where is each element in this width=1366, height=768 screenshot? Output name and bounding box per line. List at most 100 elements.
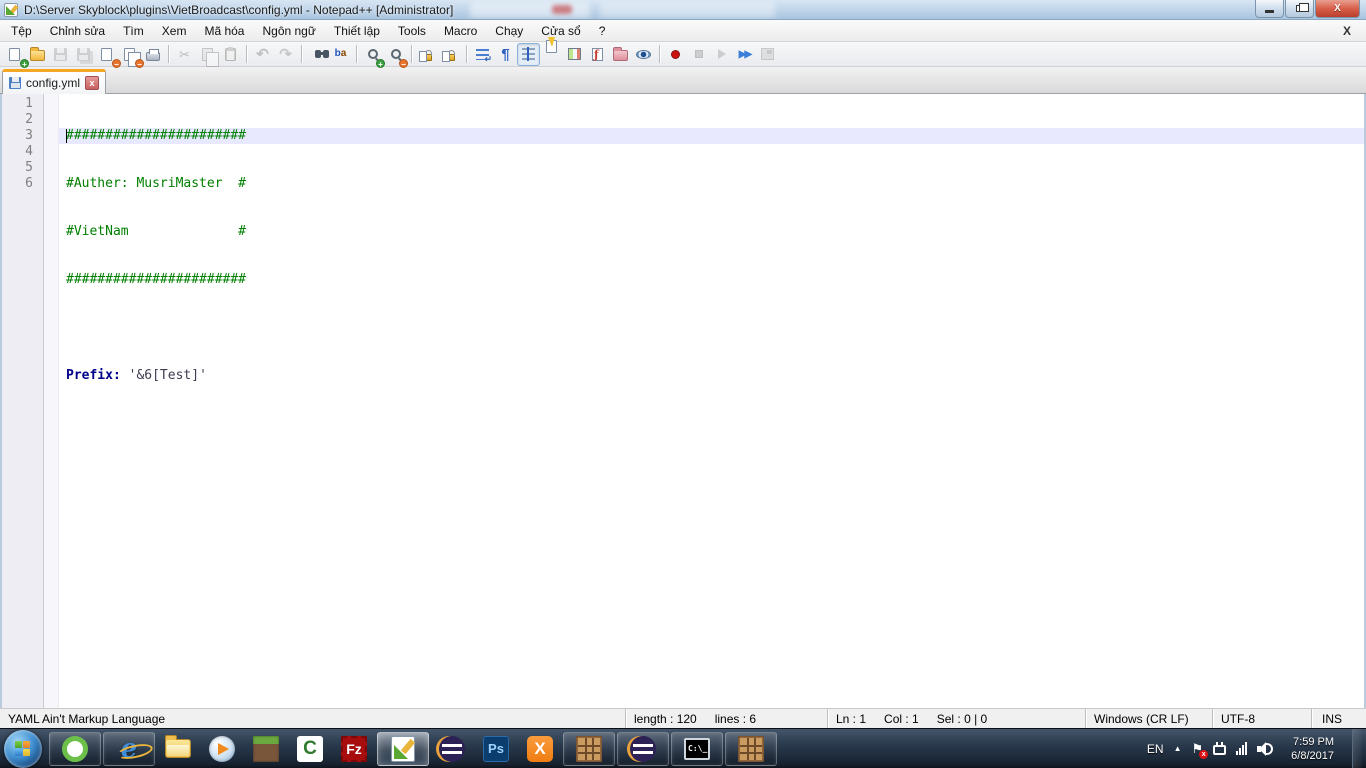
- notepadpp-icon: [391, 735, 415, 762]
- open-file-icon[interactable]: [27, 44, 48, 65]
- start-button[interactable]: [4, 729, 42, 768]
- taskbar-photoshop-button[interactable]: Ps: [475, 732, 517, 766]
- menu-tools[interactable]: Tools: [389, 21, 435, 41]
- close-button[interactable]: X: [1315, 0, 1360, 18]
- paste-icon[interactable]: [220, 44, 241, 65]
- crafting-table-icon: [576, 735, 602, 762]
- menu-help[interactable]: ?: [590, 21, 615, 41]
- show-all-characters-icon[interactable]: ¶: [495, 44, 516, 65]
- save-icon[interactable]: [50, 44, 71, 65]
- macro-run-multiple-icon[interactable]: ▶▶: [734, 44, 755, 65]
- menu-file[interactable]: Tệp: [2, 21, 41, 41]
- line-number: 5: [25, 160, 33, 175]
- hidden-icons-arrow-icon[interactable]: ▲: [1174, 744, 1182, 753]
- menu-window[interactable]: Cửa sổ: [532, 21, 589, 41]
- minimize-button[interactable]: [1255, 0, 1284, 18]
- sync-vertical-scroll-icon[interactable]: [417, 44, 438, 65]
- zoom-in-icon[interactable]: +: [362, 44, 385, 69]
- taskbar-coccoc-button[interactable]: [49, 731, 101, 766]
- code-text[interactable]: ####################### #Auther: MusriMa…: [59, 94, 1364, 708]
- taskbar-explorer-button[interactable]: [157, 732, 199, 766]
- tab-bar: config.yml x: [0, 67, 1366, 94]
- photoshop-icon: Ps: [483, 735, 509, 762]
- power-plug-icon[interactable]: [1213, 742, 1227, 755]
- menu-edit[interactable]: Chỉnh sửa: [41, 21, 114, 41]
- monitoring-icon[interactable]: [633, 44, 654, 65]
- status-lines: lines : 6: [714, 711, 757, 726]
- copy-icon[interactable]: [197, 44, 219, 67]
- close-all-icon[interactable]: −: [119, 44, 144, 69]
- function-list-icon[interactable]: [587, 44, 608, 65]
- action-center-flag-icon[interactable]: ⚑ x: [1192, 741, 1209, 759]
- taskbar-camtasia-button[interactable]: C: [289, 732, 331, 766]
- tab-close-icon[interactable]: x: [85, 76, 100, 90]
- network-signal-icon[interactable]: [1236, 742, 1248, 755]
- taskbar-minecraft-server2-button[interactable]: [725, 731, 777, 766]
- status-length: length : 120: [634, 711, 697, 726]
- menu-settings[interactable]: Thiết lập: [325, 21, 389, 41]
- sync-horizontal-scroll-icon[interactable]: [440, 44, 461, 65]
- taskbar-eclipse-button[interactable]: [431, 732, 473, 766]
- tab-config-yml[interactable]: config.yml x: [2, 69, 107, 94]
- document-map-icon[interactable]: [564, 44, 585, 65]
- menu-macro[interactable]: Macro: [435, 21, 486, 41]
- macro-save-icon[interactable]: [757, 44, 778, 65]
- taskbar-internet-explorer-button[interactable]: e: [103, 731, 155, 766]
- status-length-lines: length : 120 lines : 6: [626, 709, 828, 728]
- show-indent-guide-icon[interactable]: [517, 42, 540, 66]
- volume-speaker-icon[interactable]: [1257, 741, 1274, 756]
- line-number: 3: [25, 128, 33, 143]
- macro-stop-icon[interactable]: [688, 44, 709, 65]
- camtasia-icon: C: [297, 735, 323, 762]
- line-number: 6: [25, 176, 33, 191]
- show-desktop-button[interactable]: [1352, 728, 1362, 768]
- save-all-icon[interactable]: [73, 44, 94, 65]
- taskbar-media-player-button[interactable]: [201, 732, 243, 766]
- user-defined-language-icon[interactable]: [541, 37, 562, 65]
- taskbar-minecraft-button[interactable]: [245, 732, 287, 766]
- status-doc-type: YAML Ain't Markup Language: [0, 709, 626, 728]
- word-wrap-icon[interactable]: [472, 44, 493, 65]
- cut-icon[interactable]: ✂: [174, 44, 195, 65]
- status-encoding[interactable]: UTF-8: [1213, 709, 1312, 728]
- status-selection: Sel : 0 | 0: [936, 711, 988, 726]
- menu-view[interactable]: Xem: [153, 21, 196, 41]
- taskbar-minecraft-server-button[interactable]: [563, 731, 615, 766]
- redo-icon[interactable]: ↷: [275, 44, 296, 65]
- taskbar-xampp-button[interactable]: X: [519, 732, 561, 766]
- find-icon[interactable]: [307, 44, 329, 65]
- taskbar-cmd-button[interactable]: C:\_: [671, 731, 723, 766]
- undo-icon[interactable]: ↶: [252, 44, 273, 65]
- taskbar-filezilla-button[interactable]: Fz: [333, 732, 375, 766]
- xampp-icon: X: [527, 735, 553, 762]
- macro-play-icon[interactable]: [711, 44, 732, 65]
- replace-icon[interactable]: ba: [330, 44, 351, 65]
- clock[interactable]: 7:59 PM 6/8/2017: [1283, 735, 1342, 763]
- restore-button[interactable]: [1285, 0, 1314, 18]
- code-line-3: #VietNam #: [66, 224, 247, 239]
- language-indicator[interactable]: EN: [1147, 742, 1164, 756]
- code-line-1: #######################: [59, 128, 1364, 144]
- menu-search[interactable]: Tìm: [114, 21, 153, 41]
- menu-encoding[interactable]: Mã hóa: [195, 21, 253, 41]
- zoom-out-icon[interactable]: −: [385, 44, 408, 69]
- menu-run[interactable]: Chạy: [486, 21, 532, 41]
- code-line-4: #######################: [66, 272, 247, 287]
- folder-as-workspace-icon[interactable]: [610, 44, 631, 65]
- status-insert-mode[interactable]: INS: [1312, 709, 1366, 728]
- menu-language[interactable]: Ngôn ngữ: [253, 21, 324, 41]
- window-controls: X: [1254, 0, 1360, 18]
- crafting-table-icon: [738, 735, 764, 762]
- status-eol-format[interactable]: Windows (CR LF): [1086, 709, 1213, 728]
- taskbar-eclipse-window-button[interactable]: [617, 731, 669, 766]
- background-window-blur: [470, 2, 590, 18]
- saved-state-icon: [9, 77, 21, 89]
- new-file-icon[interactable]: +: [4, 44, 29, 69]
- macro-record-icon[interactable]: [665, 44, 686, 65]
- taskbar-notepadpp-button[interactable]: [377, 731, 429, 766]
- editor-area[interactable]: 1 2 3 4 5 6 ####################### #Aut…: [0, 94, 1366, 708]
- mdi-close-button[interactable]: X: [1338, 23, 1356, 39]
- close-file-icon[interactable]: −: [96, 44, 121, 69]
- print-icon[interactable]: [142, 44, 163, 65]
- internet-explorer-icon: e: [120, 733, 138, 764]
